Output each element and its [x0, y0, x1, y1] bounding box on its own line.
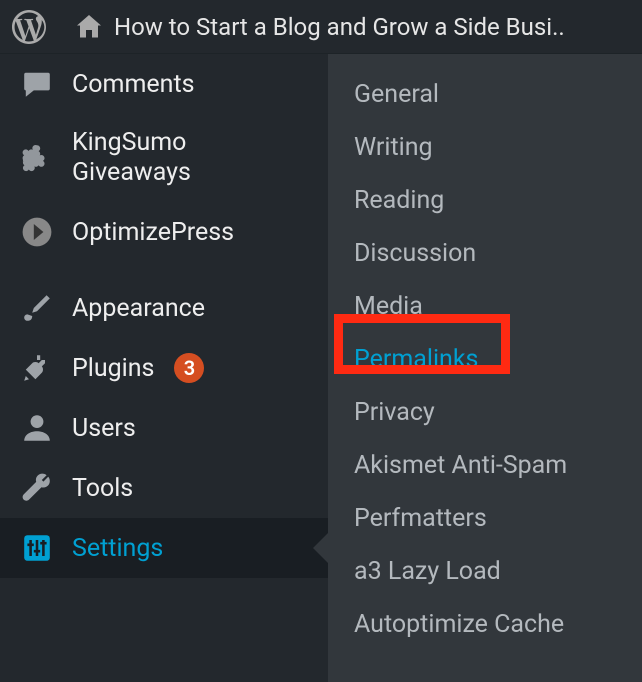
- submenu-item-media[interactable]: Media: [328, 280, 642, 333]
- optimizepress-icon: [18, 216, 56, 248]
- clover-icon: [18, 142, 56, 174]
- update-count-badge: 3: [174, 353, 204, 383]
- sidebar-item-settings[interactable]: Settings: [0, 518, 328, 578]
- user-icon: [18, 412, 56, 444]
- submenu-item-privacy[interactable]: Privacy: [328, 386, 642, 439]
- submenu-item-general[interactable]: General: [328, 68, 642, 121]
- submenu-item-a3lazyload[interactable]: a3 Lazy Load: [328, 545, 642, 598]
- site-title: How to Start a Blog and Grow a Side Busi…: [114, 13, 565, 41]
- sidebar-item-tools[interactable]: Tools: [0, 458, 328, 518]
- menu-label: KingSumo Giveaways: [72, 128, 282, 188]
- wordpress-logo-icon[interactable]: [12, 10, 46, 44]
- submenu-item-discussion[interactable]: Discussion: [328, 227, 642, 280]
- sidebar-item-kingsumo[interactable]: KingSumo Giveaways: [0, 114, 328, 202]
- submenu-item-perfmatters[interactable]: Perfmatters: [328, 492, 642, 545]
- menu-label: Settings: [72, 534, 163, 563]
- menu-label: OptimizePress: [72, 218, 234, 247]
- site-home-link[interactable]: How to Start a Blog and Grow a Side Busi…: [74, 12, 565, 42]
- submenu-item-akismet[interactable]: Akismet Anti-Spam: [328, 439, 642, 492]
- admin-topbar: How to Start a Blog and Grow a Side Busi…: [0, 0, 642, 54]
- home-icon: [74, 12, 104, 42]
- menu-label: Users: [72, 414, 136, 443]
- submenu-item-autoptimize[interactable]: Autoptimize Cache: [328, 598, 642, 651]
- menu-label: Plugins: [72, 354, 154, 383]
- admin-sidebar: Comments KingSumo Giveaways OptimizePres…: [0, 54, 328, 682]
- wrench-icon: [18, 472, 56, 504]
- sidebar-item-appearance[interactable]: Appearance: [0, 278, 328, 338]
- sidebar-item-users[interactable]: Users: [0, 398, 328, 458]
- submenu-item-permalinks[interactable]: Permalinks: [328, 333, 642, 386]
- brush-icon: [18, 292, 56, 324]
- submenu-item-writing[interactable]: Writing: [328, 121, 642, 174]
- comment-icon: [18, 68, 56, 100]
- menu-label: Appearance: [72, 294, 205, 323]
- sliders-icon: [18, 532, 56, 564]
- sidebar-item-comments[interactable]: Comments: [0, 54, 328, 114]
- settings-submenu: General Writing Reading Discussion Media…: [328, 54, 642, 682]
- sidebar-item-plugins[interactable]: Plugins 3: [0, 338, 328, 398]
- menu-label: Tools: [72, 474, 133, 503]
- submenu-item-reading[interactable]: Reading: [328, 174, 642, 227]
- sidebar-item-optimizepress[interactable]: OptimizePress: [0, 202, 328, 262]
- plug-icon: [18, 352, 56, 384]
- menu-label: Comments: [72, 70, 195, 99]
